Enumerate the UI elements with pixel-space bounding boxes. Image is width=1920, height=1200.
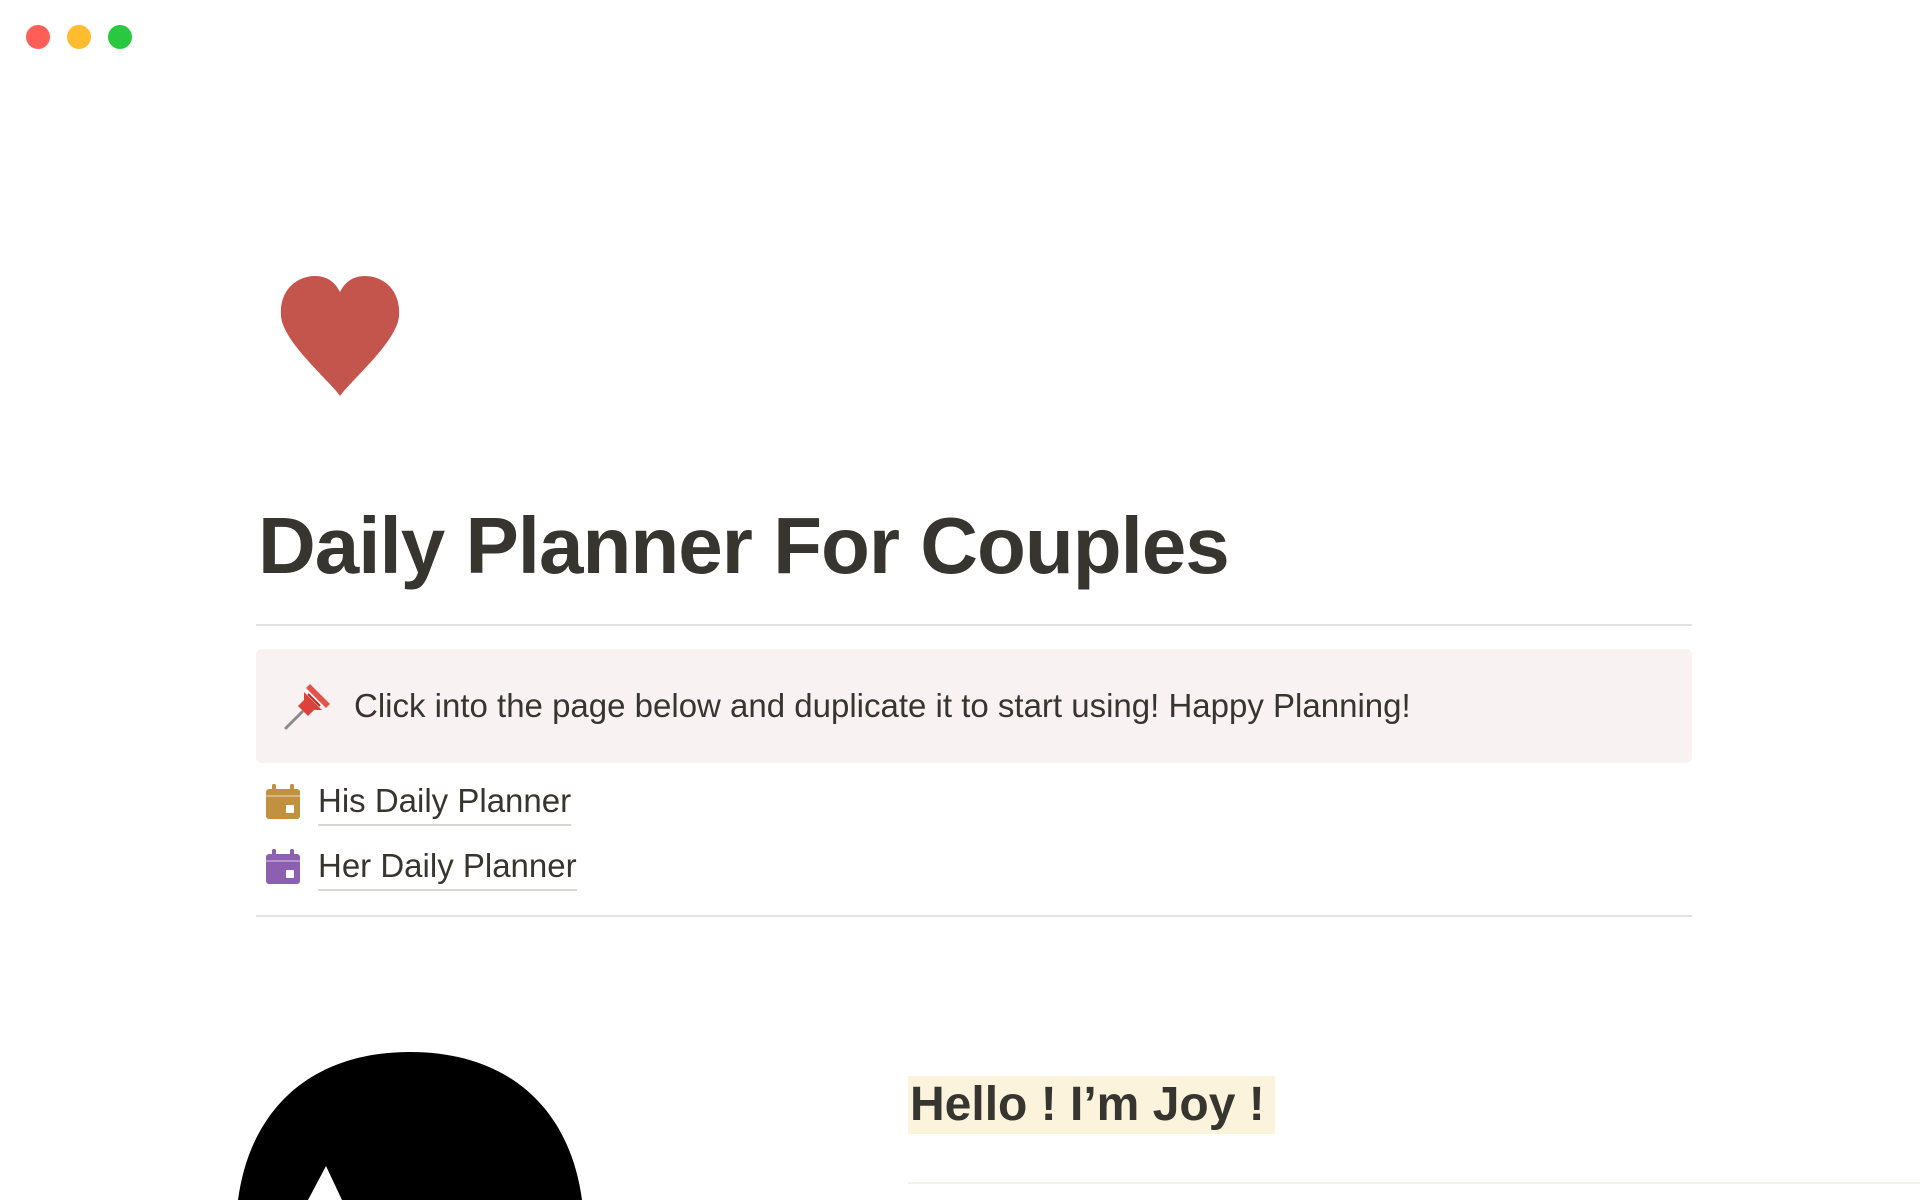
zoom-window-button[interactable] <box>108 25 132 49</box>
close-window-button[interactable] <box>26 25 50 49</box>
divider <box>256 915 1692 917</box>
callout-block[interactable]: Click into the page below and duplicate … <box>256 649 1692 763</box>
pushpin-icon[interactable] <box>282 680 334 732</box>
intro-heading-text: Hello ! I’m Joy ! <box>910 1078 1265 1131</box>
his-daily-planner-link[interactable]: His Daily Planner <box>264 778 572 826</box>
intro-heading[interactable]: Hello ! I’m Joy ! <box>908 1076 1275 1134</box>
app-window: Daily Planner For Couples Click into the… <box>0 0 1920 1200</box>
divider <box>256 624 1692 626</box>
link-label[interactable]: Her Daily Planner <box>318 843 577 891</box>
callout-text: Click into the page below and duplicate … <box>354 687 1411 724</box>
avatar <box>230 1040 590 1200</box>
calendar-icon <box>264 848 302 886</box>
link-label[interactable]: His Daily Planner <box>318 778 572 826</box>
intro-divider <box>908 1182 1920 1184</box>
calendar-icon <box>264 783 302 821</box>
window-controls <box>26 25 132 49</box>
page-title[interactable]: Daily Planner For Couples <box>258 496 1230 596</box>
heart-icon[interactable] <box>277 272 403 398</box>
minimize-window-button[interactable] <box>67 25 91 49</box>
her-daily-planner-link[interactable]: Her Daily Planner <box>264 843 577 891</box>
